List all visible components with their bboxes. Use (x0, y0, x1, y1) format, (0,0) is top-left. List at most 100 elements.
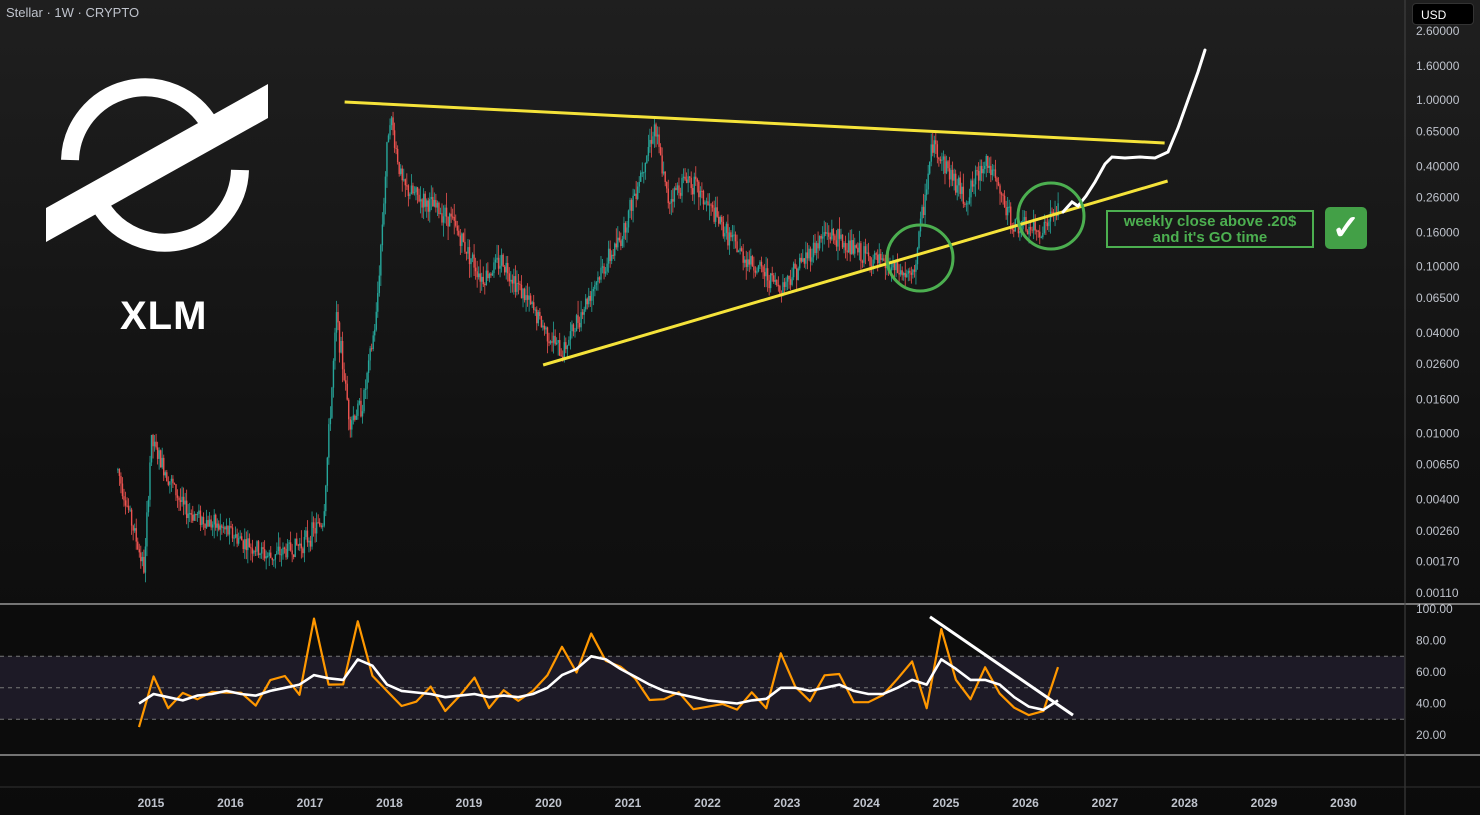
candle-body (820, 235, 822, 239)
candle-body (193, 514, 196, 521)
candle-body (959, 177, 961, 194)
candle-body (977, 170, 980, 181)
candle-body (621, 238, 624, 246)
candle-body (430, 196, 432, 200)
candle-body (207, 520, 209, 527)
candle-body (351, 420, 353, 430)
candle-body (488, 273, 491, 279)
candle-body (224, 527, 226, 530)
candle-body (230, 525, 232, 528)
candle-body (609, 248, 611, 261)
candle-body (302, 548, 304, 554)
candle-body (724, 233, 726, 237)
highlight-circle (885, 223, 955, 293)
candle-body (644, 162, 647, 173)
candle-body (1029, 226, 1032, 230)
candle-body (722, 221, 724, 237)
candle-body (493, 262, 495, 274)
candle-body (930, 144, 932, 162)
candle-body (185, 500, 188, 519)
candle-body (794, 263, 796, 269)
candle-body (138, 549, 140, 553)
candle-body (800, 257, 802, 262)
support-trendline (542, 179, 1169, 367)
candle-body (334, 332, 336, 361)
candle-body (225, 526, 228, 530)
candle-body (811, 257, 813, 262)
candle-body (196, 513, 199, 516)
candle-body (366, 372, 368, 389)
candle-body (344, 380, 347, 384)
candle-body (754, 270, 757, 273)
candle-body (233, 537, 235, 539)
candle-body (854, 245, 856, 254)
candle-body (150, 434, 153, 463)
candle-body (713, 207, 715, 222)
candle-body (505, 262, 507, 273)
candle-body (215, 514, 217, 528)
candle-body (513, 276, 515, 284)
candle-body (132, 525, 134, 531)
candle-body (273, 559, 275, 561)
candle-body (198, 510, 200, 514)
candle-body (468, 247, 471, 265)
candle-body (649, 139, 651, 147)
candle-body (951, 169, 954, 181)
candle-body (795, 268, 798, 281)
candle-body (470, 258, 472, 265)
candle-body (380, 245, 382, 276)
candle-body (435, 199, 437, 208)
candle-body (751, 256, 754, 267)
candle-body (866, 252, 868, 254)
candle-body (239, 536, 241, 539)
candle-body (163, 457, 165, 476)
candle-body (655, 124, 657, 137)
candle-body (748, 259, 750, 265)
candle-body (575, 315, 578, 332)
candle-body (311, 522, 313, 547)
candle-body (640, 172, 642, 182)
candle-body (935, 140, 937, 145)
candle-body (268, 552, 270, 556)
candle-body (829, 236, 832, 240)
candle-body (367, 360, 370, 373)
candle-body (982, 168, 984, 174)
candle-body (326, 457, 329, 486)
candle-body (568, 339, 570, 346)
candle-body (789, 279, 792, 285)
candle-body (404, 179, 406, 186)
candle-body (985, 155, 987, 166)
candle-body (867, 252, 870, 257)
rsi-tick-label: 20.00 (1416, 728, 1446, 742)
candle-body (462, 233, 465, 242)
price-tick-label: 0.00400 (1416, 493, 1460, 507)
candle-body (274, 554, 277, 560)
candle-body (291, 550, 293, 555)
candle-body (259, 553, 261, 556)
candle-body (458, 230, 460, 236)
candle-body (692, 188, 694, 195)
candle-body (387, 135, 390, 143)
candle-body (481, 276, 483, 282)
candle-body (806, 252, 809, 259)
candle-body (832, 229, 835, 236)
candle-body (251, 548, 254, 554)
candle-body (490, 273, 492, 276)
candle-body (202, 517, 205, 524)
candle-body (176, 495, 179, 498)
candle-body (228, 525, 231, 535)
stellar-logo-icon (46, 78, 268, 252)
candle-body (192, 514, 194, 521)
candle-body (629, 199, 631, 211)
candle-body (476, 271, 478, 278)
candle-body (519, 283, 521, 285)
candle-body (565, 342, 567, 350)
currency-selector[interactable]: USD (1412, 3, 1474, 25)
candle-body (918, 231, 920, 249)
candle-body (569, 331, 572, 340)
candle-body (873, 253, 876, 260)
candle-body (451, 216, 454, 218)
candle-body (377, 293, 379, 312)
candle-body (146, 512, 148, 547)
price-tick-label: 0.00260 (1416, 524, 1460, 538)
